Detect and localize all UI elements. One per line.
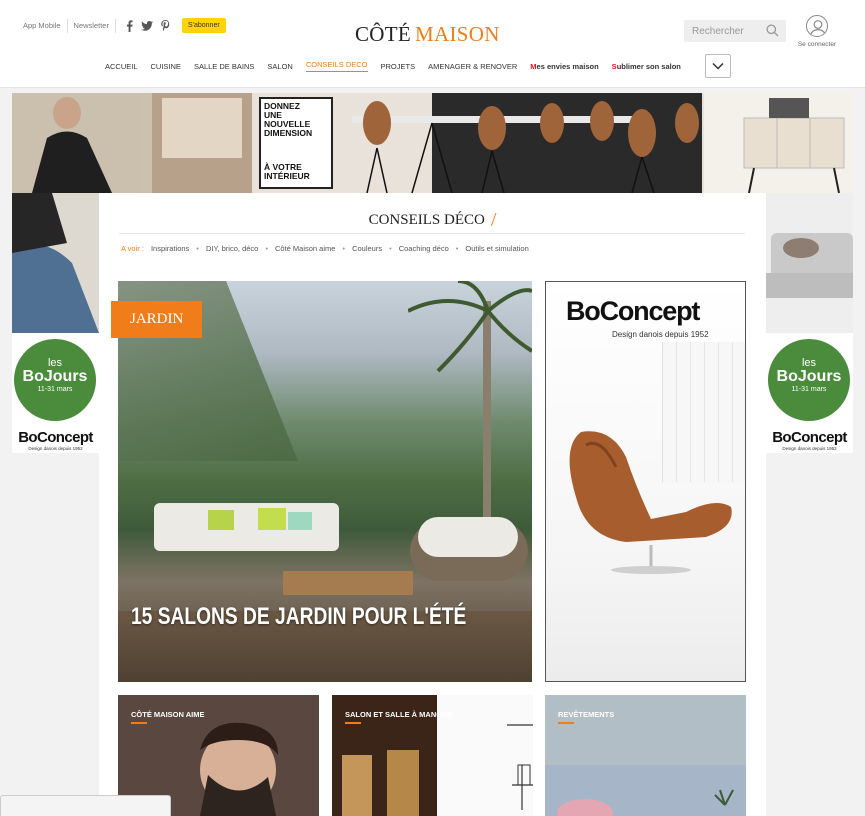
feature-photo-table <box>283 571 413 595</box>
palm-leaves <box>408 281 532 373</box>
nav-special-rest: ublimer son salon <box>616 61 681 71</box>
main-nav: ACCUEIL CUISINE SALLE DE BAINS SALON CON… <box>105 60 694 72</box>
bullet: • <box>342 244 346 253</box>
nav-item-sublimer-son-salon[interactable]: Sublimer son salon <box>612 62 681 71</box>
pinterest-icon[interactable] <box>161 20 170 31</box>
ad-photo <box>766 193 853 333</box>
bojours-title: BoJours <box>776 368 842 385</box>
bottom-popup[interactable] <box>0 795 171 816</box>
ad-slogan: DONNEZ UNE NOUVELLE DIMENSION À VOTRE IN… <box>259 97 333 189</box>
login-button[interactable]: Se connecter <box>793 15 841 48</box>
nav-item-salle-de-bains[interactable]: SALLE DE BAINS <box>194 62 254 71</box>
ad-photo-man <box>12 93 252 193</box>
logo-part2: MAISON <box>415 22 500 46</box>
nav-item-salon[interactable]: SALON <box>267 62 292 71</box>
subnav-item-coaching-deco[interactable]: Coaching déco <box>399 244 449 253</box>
card-underline <box>131 722 147 724</box>
card-category: REVÊTEMENTS <box>558 710 615 719</box>
bojours-badge: les BoJours 11-31 mars <box>14 339 96 421</box>
boconcept-tagline: Design danois depuis 1952 <box>612 330 709 339</box>
featured-title[interactable]: 15 SALONS DE JARDIN POUR L'ÉTÉ <box>131 603 466 631</box>
nav-more-button[interactable] <box>705 54 731 78</box>
ad-line: DIMENSION <box>264 128 313 138</box>
subnav-item-cote-maison-aime[interactable]: Côté Maison aime <box>275 244 335 253</box>
side-ad-right[interactable]: les BoJours 11-31 mars BoConcept Design … <box>766 193 853 453</box>
nav-item-accueil[interactable]: ACCUEIL <box>105 62 138 71</box>
chevron-down-icon <box>712 62 724 70</box>
nav-special-rest: es envies maison <box>536 61 599 71</box>
boconcept-logo: BoConcept <box>772 429 847 446</box>
boconcept-tagline: Design danois depuis 1952 <box>28 446 83 451</box>
card-category: SALON ET SALLE À MANGER <box>345 710 453 719</box>
nav-item-cuisine[interactable]: CUISINE <box>151 62 181 71</box>
logo-part1: CÔTÉ <box>355 22 412 46</box>
bojours-dates: 11-31 mars <box>37 386 73 393</box>
subnav-item-diy[interactable]: DIY, brico, déco <box>206 244 258 253</box>
ad-photo-furniture <box>704 93 853 193</box>
search-placeholder: Rechercher <box>692 25 744 37</box>
facebook-icon[interactable] <box>126 19 133 32</box>
card-underline <box>558 722 574 724</box>
card-underline <box>345 722 361 724</box>
boconcept-logo: BoConcept <box>566 296 700 326</box>
page-title-text: CONSEILS DÉCO <box>368 212 485 228</box>
boconcept-tagline: Design danois depuis 1952 <box>782 446 837 451</box>
divider <box>66 18 68 33</box>
subnav-item-inspirations[interactable]: Inspirations <box>151 244 189 253</box>
boconcept-ad[interactable]: BoConcept Design danois depuis 1952 <box>545 281 746 682</box>
ad-bottom-lines: À VOTRE INTÉRIEUR <box>264 163 310 181</box>
subscribe-button[interactable]: S'abonner <box>181 18 226 33</box>
site-header: App Mobile Newsletter S'abonner CÔTÉ MAIS… <box>0 0 865 88</box>
title-slash: / <box>490 209 497 231</box>
page: App Mobile Newsletter S'abonner CÔTÉ MAIS… <box>0 0 865 816</box>
feature-photo-cushions <box>418 517 518 557</box>
ad-line: INTÉRIEUR <box>264 171 310 181</box>
twitter-icon[interactable] <box>140 20 153 31</box>
page-title: CONSEILS DÉCO / <box>99 207 766 231</box>
title-divider <box>119 233 745 234</box>
newsletter-link[interactable]: Newsletter <box>70 21 113 30</box>
side-ad-left[interactable]: les BoJours 11-31 mars BoConcept Design … <box>12 193 99 453</box>
ad-photo <box>12 193 99 333</box>
subnav-label: A voir : <box>121 244 144 253</box>
nav-item-amenager-renover[interactable]: AMENAGER & RENOVER <box>428 62 517 71</box>
bullet: • <box>196 244 199 253</box>
nav-item-projets[interactable]: PROJETS <box>381 62 416 71</box>
app-mobile-link[interactable]: App Mobile <box>19 21 65 30</box>
subnav-item-outils[interactable]: Outils et simulation <box>465 244 528 253</box>
article-card[interactable]: SALON ET SALLE À MANGER <box>332 695 533 816</box>
bojours-title: BoJours <box>22 368 88 385</box>
subnav: A voir : Inspirations • DIY, brico, déco… <box>121 244 529 253</box>
ad-chair <box>569 431 732 574</box>
subnav-item-couleurs[interactable]: Couleurs <box>352 244 382 253</box>
search-input[interactable]: Rechercher <box>684 20 786 42</box>
ad-chairs <box>363 101 699 193</box>
bojours-badge: les BoJours 11-31 mars <box>768 339 850 421</box>
nav-item-mes-envies-maison[interactable]: Mes envies maison <box>530 62 598 71</box>
divider <box>114 18 116 33</box>
social-links <box>126 19 170 32</box>
main-content: CONSEILS DÉCO / A voir : Inspirations • D… <box>99 193 766 816</box>
search-icon[interactable] <box>766 24 779 37</box>
site-logo[interactable]: CÔTÉ MAISON <box>355 22 500 47</box>
top-links: App Mobile Newsletter S'abonner <box>19 18 226 33</box>
category-tag[interactable]: JARDIN <box>111 301 203 338</box>
top-ad-banner[interactable]: DONNEZ UNE NOUVELLE DIMENSION À VOTRE IN… <box>12 93 853 193</box>
bullet: • <box>389 244 392 253</box>
bojours-dates: 11-31 mars <box>791 386 827 393</box>
nav-item-conseils-deco[interactable]: CONSEILS DECO <box>305 60 368 72</box>
cushions <box>208 508 312 530</box>
article-card[interactable]: REVÊTEMENTS <box>545 695 746 816</box>
card-category: CÔTÉ MAISON AIME <box>131 710 205 719</box>
boconcept-logo: BoConcept <box>18 429 93 446</box>
bullet: • <box>455 244 459 253</box>
bullet: • <box>265 244 268 253</box>
login-label: Se connecter <box>797 41 837 48</box>
user-icon <box>806 15 828 37</box>
